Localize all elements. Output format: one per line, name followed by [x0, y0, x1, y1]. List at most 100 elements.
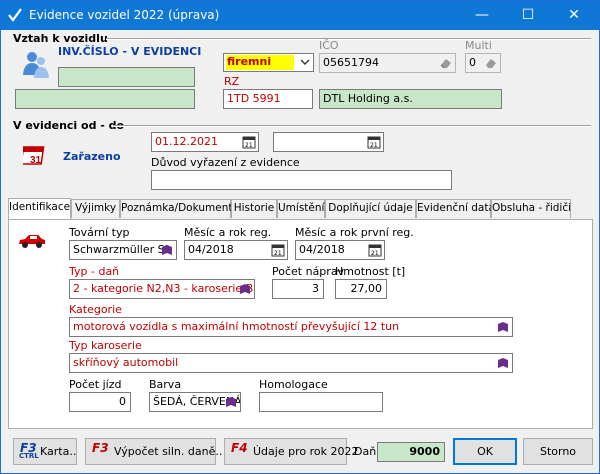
pocet-naprav-label: Počet náprav — [272, 265, 345, 278]
vehicle-type-value: firemni — [227, 55, 272, 68]
rz-field[interactable]: 1TD 5991 — [223, 89, 313, 109]
app-check-icon — [8, 8, 22, 22]
svg-text:21: 21 — [245, 142, 253, 149]
kategorie-value: motorová vozidla s maximální hmotností p… — [73, 320, 400, 333]
rz-label: RZ — [224, 75, 240, 88]
tovarni-typ-label: Tovární typ — [69, 226, 130, 239]
ok-button[interactable]: OK — [453, 438, 517, 465]
ico-label: IČO — [319, 39, 339, 52]
mesic-reg-field[interactable]: 04/2018 21 — [184, 240, 288, 260]
section-vztah-label: Vztah k vozidlu — [13, 32, 108, 45]
mesic-prvni-label: Měsíc a rok první reg. — [295, 226, 414, 239]
typ-karoserie-field[interactable]: skříňový automobil — [69, 353, 513, 373]
tab-evidencni-data[interactable]: Evidenční data — [416, 199, 495, 218]
minimize-button[interactable]: — — [459, 1, 505, 30]
book-icon[interactable] — [238, 282, 252, 296]
eraser-icon[interactable] — [484, 56, 498, 70]
inv-cislo-field[interactable] — [58, 67, 195, 87]
title-bar[interactable]: Evidence vozidel 2022 (úprava) — ☐ ✕ — [1, 1, 599, 30]
storno-button[interactable]: Storno — [523, 438, 593, 465]
calendar-icon[interactable]: 21 — [367, 135, 381, 149]
calendar-icon[interactable]: 21 — [271, 243, 285, 257]
tab-obsluha-ridici[interactable]: Obsluha - řidiči — [491, 199, 571, 218]
pocet-jizd-label: Počet jízd — [69, 378, 122, 391]
owner-field[interactable] — [15, 89, 195, 109]
close-button[interactable]: ✕ — [551, 1, 597, 30]
book-icon[interactable] — [160, 243, 174, 257]
multi-field[interactable]: 0 — [465, 53, 501, 73]
dan-value-field: 9000 — [377, 442, 445, 462]
tab-identifikace[interactable]: Identifikace — [8, 198, 71, 219]
calendar-icon[interactable]: 21 — [242, 135, 256, 149]
typ-dan-label: Typ - daň — [69, 265, 120, 278]
barva-label: Barva — [149, 378, 182, 391]
calendar-31-icon: 31 — [23, 146, 45, 166]
tab-poznamka[interactable]: Poznámka/Dokumenty — [120, 199, 239, 218]
book-icon[interactable] — [224, 395, 238, 409]
udaje-pro-rok-button[interactable]: F4 Údaje pro rok 2022 — [224, 438, 358, 465]
mesic-reg-value: 04/2018 — [188, 243, 234, 256]
section-divider — [113, 125, 591, 127]
ico-value: 05651794 — [323, 56, 379, 69]
vehicle-type-select[interactable]: firemni — [223, 53, 314, 72]
karta-button[interactable]: F3 CTRL Karta.. — [13, 438, 77, 465]
tab-vyjimky[interactable]: Výjimky — [71, 199, 120, 218]
multi-value: 0 — [469, 56, 476, 69]
barva-field[interactable]: ŠEDÁ, ČERVENÁ — [149, 392, 241, 412]
tab-doplnujici-udaje[interactable]: Doplňující údaje — [325, 199, 416, 218]
hmotnost-label: Hmotnost [t] — [335, 265, 406, 278]
typ-karoserie-value: skříňový automobil — [73, 356, 179, 369]
date-to-field[interactable]: 21 — [273, 132, 384, 152]
kategorie-label: Kategorie — [69, 303, 122, 316]
hmotnost-field[interactable]: 27,00 — [335, 279, 387, 299]
tab-historie[interactable]: Historie — [231, 199, 277, 218]
mesic-prvni-field[interactable]: 04/2018 21 — [295, 240, 385, 260]
tovarni-typ-value: Schwarzmüller SŁ — [73, 243, 171, 256]
mesic-reg-label: Měsíc a rok reg. — [184, 226, 272, 239]
inv-cislo-label: INV.ČÍSLO - V EVIDENCI — [58, 45, 202, 58]
tab-umisteni[interactable]: Umístění — [277, 199, 325, 218]
section-evidence-label: V evidenci od - do — [13, 119, 125, 132]
pocet-naprav-field[interactable]: 3 — [272, 279, 324, 299]
ctrl-label: CTRL — [19, 452, 39, 460]
svg-text:31: 31 — [30, 155, 42, 166]
section-divider — [106, 38, 591, 40]
mesic-prvni-value: 04/2018 — [299, 243, 345, 256]
homologace-field[interactable] — [259, 392, 383, 412]
eraser-icon[interactable] — [439, 56, 453, 70]
vypocet-dane-label: Výpočet siln. daně.. — [114, 445, 223, 458]
car-icon — [19, 235, 45, 248]
karta-button-label: Karta.. — [40, 445, 77, 458]
company-name-field: DTL Holding a.s. — [319, 89, 502, 109]
f3-key-icon: F3 — [92, 441, 109, 455]
svg-text:21: 21 — [371, 250, 379, 257]
calendar-icon[interactable]: 21 — [368, 243, 382, 257]
typ-dan-field[interactable]: 2 - kategorie N2,N3 - karoserie BB — [69, 279, 255, 299]
book-icon[interactable] — [496, 356, 510, 370]
homologace-label: Homologace — [259, 378, 328, 391]
zarazeno-label: Zařazeno — [63, 150, 121, 163]
svg-text:21: 21 — [274, 250, 282, 257]
dan-label: Daň — [354, 445, 377, 458]
kategorie-field[interactable]: motorová vozidla s maximální hmotností p… — [69, 317, 513, 337]
ico-field[interactable]: 05651794 — [319, 53, 456, 73]
window-title: Evidence vozidel 2022 (úprava) — [29, 8, 220, 22]
typ-karoserie-label: Typ karoserie — [69, 339, 142, 352]
f4-key-icon: F4 — [231, 441, 248, 455]
chevron-down-icon — [300, 59, 310, 65]
pocet-jizd-field[interactable]: 0 — [69, 392, 131, 412]
duvod-label: Důvod vyřazení z evidence — [151, 156, 300, 169]
maximize-button[interactable]: ☐ — [505, 1, 551, 30]
svg-text:21: 21 — [370, 142, 378, 149]
tovarni-typ-field[interactable]: Schwarzmüller SŁ — [69, 240, 177, 260]
vypocet-dane-button[interactable]: F3 Výpočet siln. daně.. — [85, 438, 222, 465]
udaje-pro-rok-label: Údaje pro rok 2022 — [253, 445, 359, 458]
date-from-value: 01.12.2021 — [155, 135, 218, 148]
book-icon[interactable] — [496, 320, 510, 334]
dialog-window: Evidence vozidel 2022 (úprava) — ☐ ✕ Vzt… — [0, 0, 600, 474]
typ-dan-value: 2 - kategorie N2,N3 - karoserie BB — [73, 282, 255, 295]
multi-label: Multi — [465, 39, 492, 52]
date-from-field[interactable]: 01.12.2021 21 — [151, 132, 259, 152]
user-icon — [23, 52, 49, 78]
duvod-field[interactable] — [151, 170, 452, 190]
